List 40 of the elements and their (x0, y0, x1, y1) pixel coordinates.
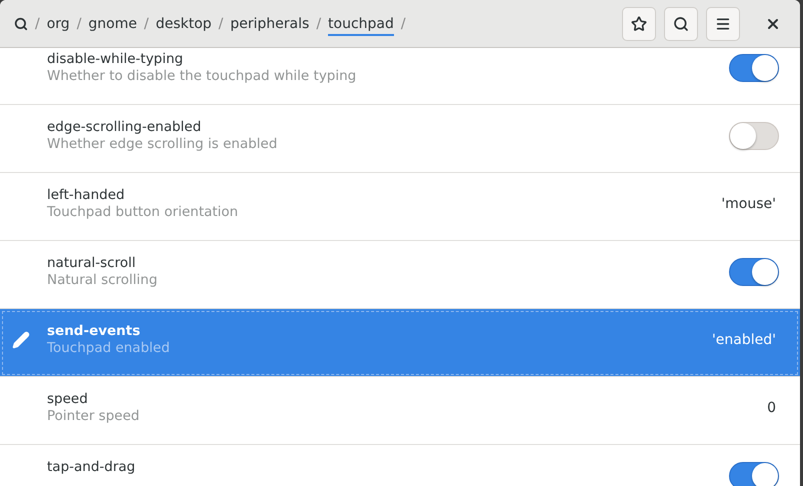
search-button[interactable] (664, 6, 698, 40)
key-name: natural-scroll (47, 255, 136, 272)
key-summary: Touchpad enabled (47, 340, 170, 357)
key-value: 'mouse' (721, 196, 776, 212)
key-row[interactable]: send-events Touchpad enabled 'enabled' (0, 309, 800, 377)
path-segment[interactable]: org (46, 16, 70, 36)
key-value: 'enabled' (712, 332, 776, 348)
search-icon (14, 16, 28, 30)
key-summary: Natural scrolling (47, 272, 158, 289)
star-icon (631, 16, 647, 32)
path-separator: / (218, 16, 224, 32)
bookmark-button[interactable] (622, 6, 656, 40)
toggle-switch[interactable] (729, 462, 779, 486)
key-name: speed (47, 391, 88, 408)
path-separator: / (400, 16, 406, 32)
toggle-switch[interactable] (729, 54, 779, 82)
key-name: edge-scrolling-enabled (47, 119, 202, 136)
path-separator: / (316, 16, 322, 32)
key-name: left-handed (47, 187, 125, 204)
menu-button[interactable] (706, 6, 740, 40)
toggle-switch[interactable] (729, 122, 779, 150)
path-segment[interactable]: peripherals (230, 16, 310, 36)
path-separator: / (144, 16, 149, 32)
pencil-icon (12, 331, 30, 349)
key-name: tap-and-drag (47, 459, 136, 476)
path-segment[interactable]: desktop (156, 16, 212, 36)
path-separator: / (76, 16, 82, 32)
key-value: 0 (767, 400, 776, 416)
toggle-switch[interactable] (729, 258, 779, 286)
key-summary: Pointer speed (47, 408, 140, 425)
path-segment[interactable]: touchpad (328, 16, 394, 36)
path-segment[interactable]: gnome (88, 16, 137, 36)
path-separator: / (35, 16, 40, 32)
key-summary: Whether edge scrolling is enabled (47, 136, 278, 153)
key-summary: Whether to disable the touchpad while typing (47, 68, 356, 85)
key-name: disable-while-typing (47, 51, 184, 68)
key-summary: Touchpad button orientation (47, 204, 238, 221)
menu-icon (715, 16, 731, 32)
search-icon (673, 16, 689, 32)
key-name: send-events (47, 323, 140, 340)
